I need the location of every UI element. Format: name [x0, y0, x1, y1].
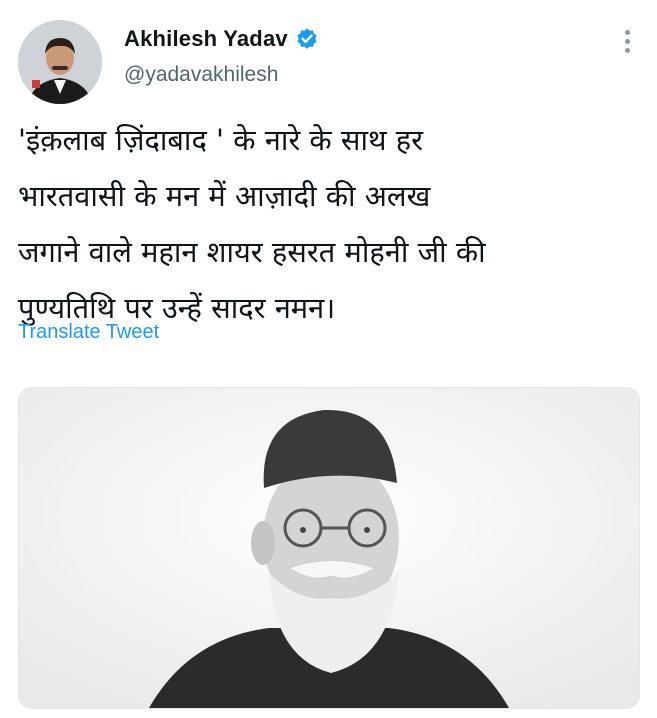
avatar-image — [18, 20, 102, 104]
author-handle[interactable]: @yadavakhilesh — [124, 63, 278, 87]
more-options-icon[interactable] — [625, 30, 631, 57]
tweet-text: 'इंक़लाब ज़िंदाबाद ' के नारे के साथ हर भ… — [18, 123, 486, 325]
translate-tweet-link[interactable]: Translate Tweet — [18, 321, 159, 344]
portrait-photo — [19, 388, 639, 708]
verified-badge-icon — [295, 27, 319, 51]
author-avatar[interactable] — [18, 20, 102, 104]
tweet-media-photo[interactable] — [18, 387, 640, 709]
author-name[interactable]: Akhilesh Yadav — [124, 26, 288, 52]
author-row[interactable]: Akhilesh Yadav — [124, 26, 319, 52]
